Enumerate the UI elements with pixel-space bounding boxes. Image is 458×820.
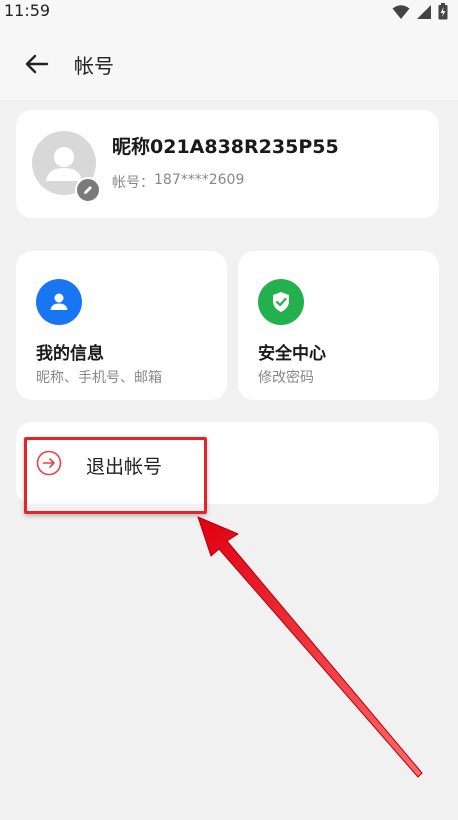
pencil-icon [84, 186, 92, 194]
app-bar: 帐号 [0, 24, 458, 100]
security-icon-badge [258, 279, 304, 325]
highlight-box [24, 437, 207, 514]
battery-icon [438, 3, 448, 20]
account-line: 帐号： 187****2609 [112, 172, 244, 192]
profile-card[interactable]: 昵称021A838R235P55 帐号： 187****2609 [16, 110, 439, 218]
wifi-icon [392, 4, 410, 19]
shield-check-icon [273, 292, 289, 312]
status-icons [392, 3, 448, 20]
my-info-card[interactable]: 我的信息 昵称、手机号、邮箱 [16, 251, 227, 400]
my-info-icon-badge [36, 279, 82, 325]
signal-icon [417, 4, 431, 19]
page-title: 帐号 [74, 54, 114, 78]
nickname: 昵称021A838R235P55 [112, 136, 339, 158]
security-subtitle: 修改密码 [258, 370, 314, 386]
security-title: 安全中心 [258, 344, 326, 364]
status-bar: 11:59 [0, 0, 458, 24]
my-info-subtitle: 昵称、手机号、邮箱 [36, 370, 162, 386]
my-info-title: 我的信息 [36, 344, 104, 364]
arrow-left-icon [25, 54, 49, 74]
avatar-edit-button[interactable] [75, 177, 101, 203]
back-button[interactable] [22, 52, 52, 76]
account-value: 187****2609 [154, 172, 245, 188]
person-icon [50, 293, 68, 310]
status-time: 11:59 [4, 1, 51, 20]
security-center-card[interactable]: 安全中心 修改密码 [238, 251, 439, 400]
account-label: 帐号： [112, 175, 154, 191]
